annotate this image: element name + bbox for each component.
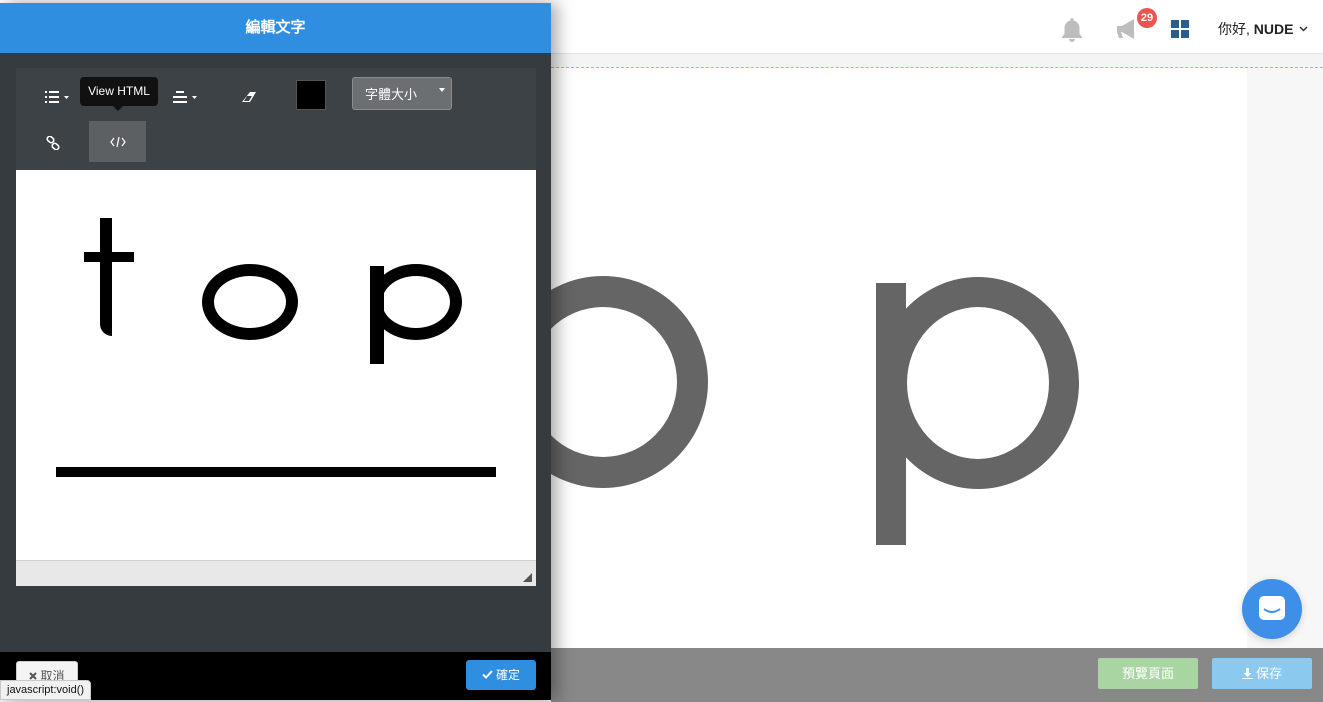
align-center-icon (173, 91, 197, 103)
eraser-icon (242, 92, 256, 102)
resize-handle-icon[interactable] (523, 573, 532, 582)
font-size-label: 字體大小 (365, 87, 418, 102)
user-name: NUDE (1253, 21, 1294, 37)
user-menu[interactable]: 你好, NUDE (1218, 19, 1308, 39)
horizontal-rule (56, 467, 496, 477)
content-letter-t-stem (100, 218, 112, 336)
checkmark-icon (482, 670, 493, 679)
greeting-text: 你好, (1218, 21, 1250, 37)
edit-text-modal: 編輯文字 字體大小 View HTML 取消 確定 (0, 3, 551, 700)
notification-badge: 29 (1137, 8, 1157, 28)
rich-text-editor: 字體大小 View HTML (16, 68, 536, 586)
editor-content-area[interactable] (16, 170, 536, 560)
text-color-swatch[interactable] (296, 80, 326, 110)
code-icon (109, 136, 126, 147)
modal-title: 編輯文字 (0, 3, 551, 53)
confirm-button[interactable]: 確定 (466, 660, 536, 690)
preview-page-button[interactable]: 預覽頁面 (1098, 658, 1198, 689)
content-letter-p-bowl (370, 264, 462, 340)
editor-statusbar (16, 560, 536, 586)
editor-toolbar: 字體大小 View HTML (16, 68, 536, 170)
link-icon (46, 136, 60, 150)
chat-icon (1259, 596, 1285, 620)
chevron-down-icon (1299, 26, 1308, 32)
canvas-letter-p-bowl (877, 277, 1079, 489)
download-icon (1241, 668, 1253, 679)
confirm-label: 確定 (495, 668, 520, 682)
insert-link-button[interactable] (38, 128, 68, 158)
view-html-tooltip: View HTML (80, 77, 158, 111)
close-icon (29, 672, 38, 680)
list-dropdown-button[interactable] (40, 82, 76, 112)
content-letter-o (202, 264, 298, 340)
caret-down-icon (439, 88, 445, 92)
font-size-dropdown[interactable]: 字體大小 (352, 77, 452, 110)
clear-format-button[interactable] (234, 82, 264, 112)
view-html-button[interactable] (89, 121, 146, 162)
canvas-margin (1247, 68, 1323, 648)
chat-launcher-button[interactable] (1242, 579, 1302, 639)
align-dropdown-button[interactable] (168, 82, 204, 112)
content-letter-t-crossbar (84, 252, 134, 262)
apps-grid-icon[interactable] (1171, 20, 1189, 38)
bottom-action-bar (551, 648, 1323, 702)
save-label: 保存 (1255, 666, 1282, 681)
list-icon (45, 91, 69, 103)
browser-status-url: javascript:void() (0, 680, 92, 700)
save-button[interactable]: 保存 (1212, 658, 1312, 689)
bell-icon[interactable] (1059, 16, 1085, 42)
